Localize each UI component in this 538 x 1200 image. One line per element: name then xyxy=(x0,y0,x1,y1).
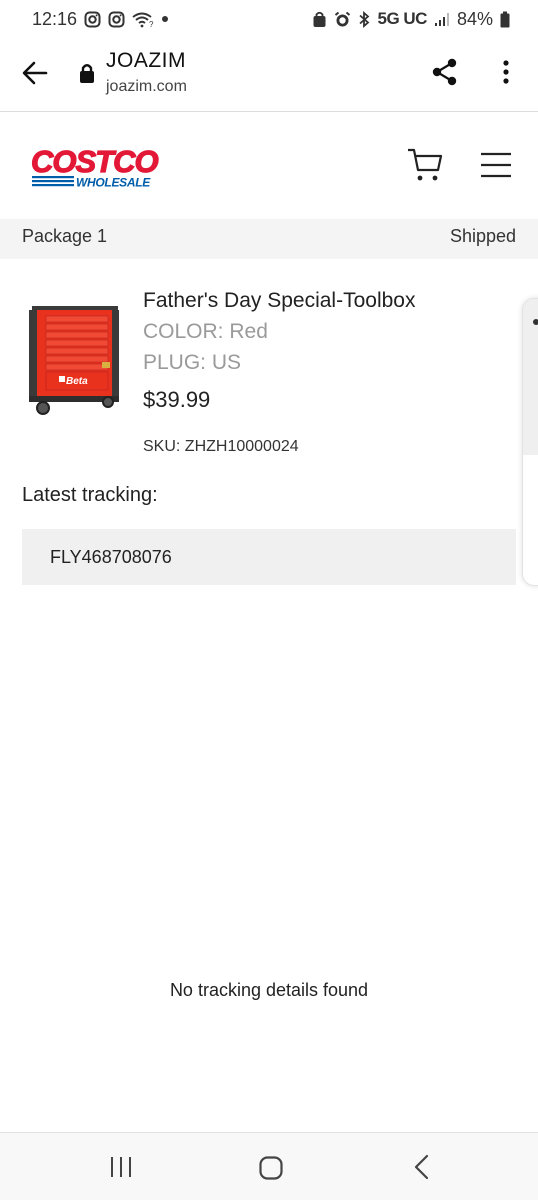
package-status: Shipped xyxy=(449,225,516,246)
side-drawer-handle[interactable] xyxy=(522,298,538,586)
status-bar: 12:16 ? 5G UC 84% xyxy=(0,0,538,38)
wifi-question-icon: ? xyxy=(132,11,154,28)
tracking-number: FLY468708076 xyxy=(50,546,172,567)
lock-icon[interactable] xyxy=(78,62,96,84)
product-plug: PLUG: US xyxy=(143,351,242,374)
package-header: Package 1 Shipped xyxy=(0,219,538,259)
share-icon[interactable] xyxy=(430,57,460,87)
back-arrow-icon[interactable] xyxy=(20,58,50,88)
cart-icon[interactable] xyxy=(406,147,444,183)
tracking-heading: Latest tracking: xyxy=(22,484,158,506)
browser-toolbar: JOAZIM joazim.com xyxy=(0,38,538,112)
site-url[interactable]: joazim.com xyxy=(106,78,187,96)
bluetooth-icon xyxy=(358,10,371,28)
system-navigation-bar xyxy=(0,1132,538,1200)
site-header: COSTCO WHOLESALE xyxy=(0,113,538,219)
logo-sub: WHOLESALE xyxy=(76,176,151,190)
dot-icon xyxy=(161,15,169,23)
battery-icon xyxy=(500,11,510,28)
no-tracking-message: No tracking details found xyxy=(169,980,369,1000)
back-icon[interactable] xyxy=(410,1153,434,1181)
side-drawer-dot xyxy=(533,319,538,325)
image-brand: Beta xyxy=(66,376,88,387)
home-icon[interactable] xyxy=(258,1155,284,1181)
recent-apps-icon[interactable] xyxy=(108,1155,134,1179)
screen: 12:16 ? 5G UC 84% JOAZIM joazim.com COST… xyxy=(0,0,538,1200)
instagram-icon xyxy=(84,11,101,28)
product-price: $39.99 xyxy=(143,387,211,412)
signal-icon xyxy=(434,12,450,27)
tracking-number-box[interactable]: FLY468708076 xyxy=(22,529,516,585)
network-label: 5G UC xyxy=(377,9,428,28)
more-vertical-icon[interactable] xyxy=(496,58,516,88)
svg-text:?: ? xyxy=(149,20,154,28)
status-left: 12:16 ? xyxy=(32,9,169,30)
hamburger-menu-icon[interactable] xyxy=(480,151,512,179)
product-image[interactable]: Beta xyxy=(26,300,122,422)
alarm-icon xyxy=(334,11,351,28)
status-right: 5G UC 84% xyxy=(312,9,511,30)
shield-icon xyxy=(312,11,327,28)
package-label: Package 1 xyxy=(22,225,108,246)
battery-label: 84% xyxy=(456,8,493,29)
site-title: JOAZIM xyxy=(106,49,186,72)
status-time: 12:16 xyxy=(32,8,78,29)
product-color: COLOR: Red xyxy=(143,320,268,343)
product-sku: SKU: ZHZH10000024 xyxy=(143,438,299,455)
product-name[interactable]: Father's Day Special-Toolbox xyxy=(143,289,415,313)
costco-logo[interactable]: COSTCO WHOLESALE xyxy=(30,143,176,189)
logo-main: COSTCO xyxy=(31,144,159,179)
instagram-icon xyxy=(108,11,125,28)
